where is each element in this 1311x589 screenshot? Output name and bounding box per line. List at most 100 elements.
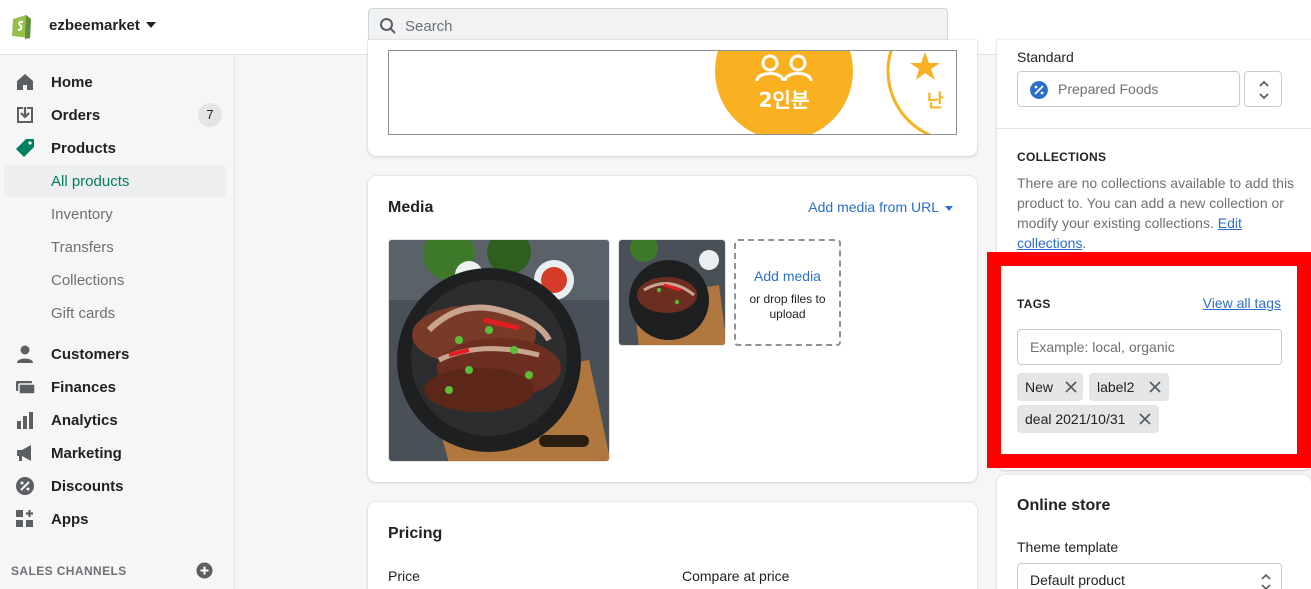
product-type-stepper[interactable]: [1244, 71, 1282, 107]
serving-badge-text: 2인분: [759, 88, 810, 112]
tags-input-wrapper[interactable]: [1017, 329, 1282, 365]
nav-customers-label: Customers: [51, 346, 130, 363]
sidebar-item-label: Inventory: [51, 206, 113, 223]
sidebar: Home Orders 7 Products All products Inve…: [0, 55, 235, 589]
person-icon: [17, 345, 33, 363]
tag-chip-new: New: [1017, 373, 1083, 401]
shopify-logo-icon[interactable]: [10, 12, 34, 40]
caret-down-icon: [945, 205, 953, 211]
nav-discounts-label: Discounts: [51, 478, 124, 495]
collections-text: There are no collections available to ad…: [1017, 175, 1295, 231]
nav-home-label: Home: [51, 74, 93, 91]
tag-label: label2: [1097, 379, 1135, 395]
media-card: Media Add media from URL Add media or dr…: [368, 176, 977, 482]
tag-label: deal 2021/10/31: [1025, 411, 1126, 427]
nav-orders[interactable]: Orders 7: [0, 100, 235, 130]
product-type-value: Prepared Foods: [1058, 81, 1159, 97]
select-arrows-icon: [1259, 80, 1269, 100]
compare-at-price-label: Compare at price: [682, 568, 790, 584]
sidebar-item-transfers[interactable]: Transfers: [4, 231, 226, 263]
description-editor[interactable]: 2인분 난: [388, 50, 957, 135]
collections-heading: COLLECTIONS: [1017, 150, 1107, 164]
view-all-tags-link[interactable]: View all tags: [1203, 295, 1281, 311]
theme-template-value: Default product: [1030, 572, 1125, 588]
tag-chip-deal: deal 2021/10/31: [1017, 405, 1159, 433]
megaphone-icon: [17, 445, 31, 461]
sidebar-item-all-products[interactable]: All products: [4, 165, 226, 197]
nav-orders-label: Orders: [51, 107, 101, 124]
price-label: Price: [388, 568, 420, 584]
nav-finances-label: Finances: [51, 379, 117, 396]
nav-apps-label: Apps: [51, 511, 89, 528]
nav-apps[interactable]: Apps: [0, 504, 235, 534]
sidebar-item-label: Collections: [51, 272, 125, 289]
description-card: 2인분 난: [368, 40, 977, 156]
add-media-from-url-button[interactable]: Add media from URL: [808, 199, 953, 215]
add-media-from-url-label: Add media from URL: [808, 199, 939, 215]
store-name[interactable]: ezbeemarket: [49, 17, 140, 34]
tags-heading: TAGS: [1017, 297, 1051, 311]
nav-analytics[interactable]: Analytics: [0, 405, 235, 435]
period: .: [1082, 235, 1087, 251]
divider: [997, 265, 1311, 266]
nav-home[interactable]: Home: [0, 67, 235, 97]
add-media-button[interactable]: Add media: [736, 268, 839, 284]
media-dropzone[interactable]: Add media or drop files to upload: [734, 239, 841, 346]
product-image-main[interactable]: [388, 239, 610, 462]
drop-files-hint: or drop files to upload: [749, 292, 826, 321]
sidebar-item-label: Transfers: [51, 239, 114, 256]
collections-message: There are no collections available to ad…: [1017, 173, 1297, 253]
tag-chip-label2: label2: [1089, 373, 1169, 401]
search-placeholder: Search: [405, 18, 453, 35]
sales-channels-heading: SALES CHANNELS: [11, 564, 127, 578]
nav-finances[interactable]: Finances: [0, 372, 235, 402]
online-store-title: Online store: [1017, 497, 1111, 514]
sidebar-item-label: All products: [51, 173, 130, 190]
bar-chart-icon: [17, 412, 33, 429]
add-circle-icon[interactable]: [196, 562, 213, 579]
pork-dish-thumb-photo: [619, 240, 725, 345]
badge-text-partial: 난: [927, 91, 944, 112]
nav-customers[interactable]: Customers: [0, 339, 235, 369]
orders-count-badge: 7: [198, 103, 222, 127]
caret-down-icon[interactable]: [146, 22, 156, 28]
nav-products-label: Products: [51, 140, 117, 157]
tags-input[interactable]: [1030, 330, 1270, 364]
nav-analytics-label: Analytics: [51, 412, 118, 429]
sidebar-item-collections[interactable]: Collections: [4, 264, 226, 296]
close-icon[interactable]: [1064, 380, 1078, 394]
pork-dish-photo: [389, 240, 609, 461]
nav-products[interactable]: Products: [0, 133, 235, 163]
pricing-title: Pricing: [388, 525, 443, 542]
standard-type-label: Standard: [1017, 49, 1074, 65]
online-store-card: Online store Theme template Default prod…: [997, 475, 1311, 589]
orders-icon: [17, 107, 33, 123]
apps-icon: [16, 510, 33, 527]
product-organization-card: Standard Prepared Foods COLLECTIONS Ther…: [997, 40, 1311, 470]
sidebar-item-gift-cards[interactable]: Gift cards: [4, 297, 226, 329]
search-icon: [380, 18, 396, 34]
category-icon: [1030, 81, 1048, 99]
theme-template-select[interactable]: Default product: [1017, 563, 1282, 589]
sidebar-item-inventory[interactable]: Inventory: [4, 198, 226, 230]
select-arrows-icon: [1261, 573, 1271, 589]
sidebar-item-label: Gift cards: [51, 305, 116, 322]
close-icon[interactable]: [1138, 412, 1152, 426]
search-bar[interactable]: Search: [368, 8, 948, 43]
description-image: 2인분 난: [715, 51, 956, 134]
tag-icon: [16, 139, 34, 157]
product-type-select[interactable]: Prepared Foods: [1017, 71, 1240, 107]
close-icon[interactable]: [1148, 380, 1162, 394]
media-title: Media: [388, 199, 434, 216]
theme-template-label: Theme template: [1017, 539, 1119, 555]
nav-marketing[interactable]: Marketing: [0, 438, 235, 468]
pricing-card: Pricing Price Compare at price: [368, 502, 977, 589]
tag-label: New: [1025, 379, 1054, 395]
divider: [997, 128, 1311, 129]
finances-icon: [16, 381, 35, 395]
product-image-thumb[interactable]: [618, 239, 726, 346]
nav-marketing-label: Marketing: [51, 445, 122, 462]
discount-icon: [16, 477, 34, 495]
home-icon: [17, 74, 33, 90]
nav-discounts[interactable]: Discounts: [0, 471, 235, 501]
